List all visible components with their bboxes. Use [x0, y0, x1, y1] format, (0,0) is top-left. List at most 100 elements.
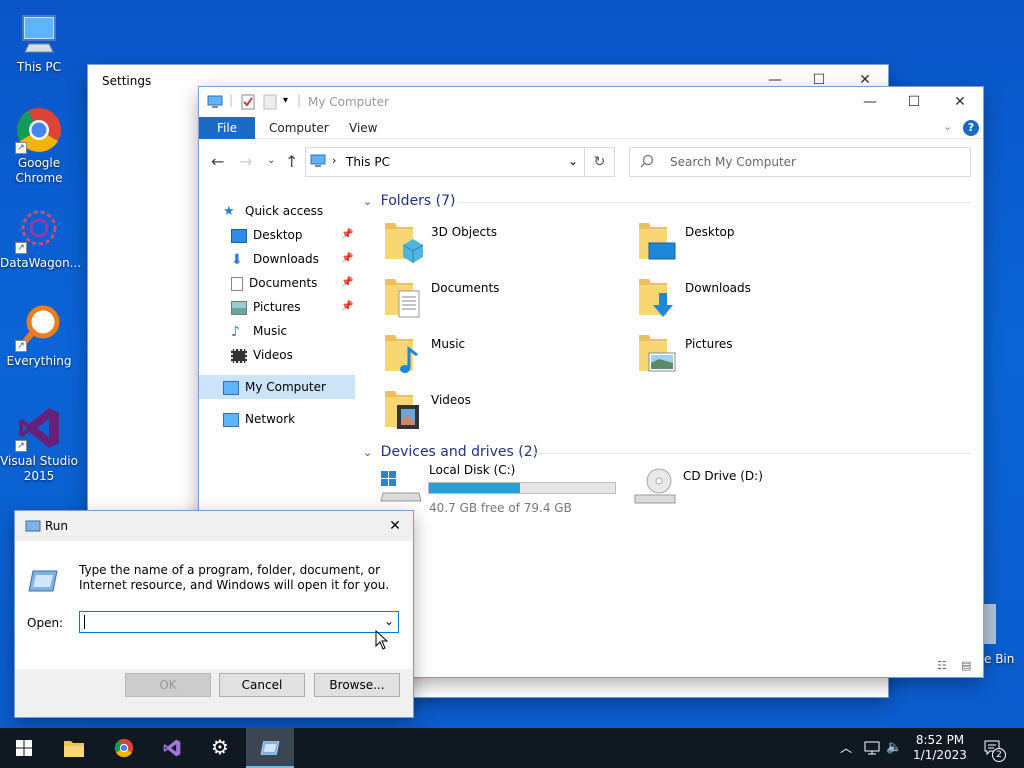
- run-body: Type the name of a program, folder, docu…: [15, 541, 413, 669]
- details-view-icon[interactable]: ☷: [937, 659, 947, 672]
- folder-downloads[interactable]: Downloads: [637, 275, 877, 327]
- quick-access-dropdown-icon[interactable]: ▾: [283, 95, 288, 106]
- maximize-button[interactable]: ☐: [891, 87, 937, 117]
- drive-d-label: CD Drive (D:): [683, 469, 763, 483]
- action-center-button[interactable]: 2: [980, 728, 1010, 768]
- desktop-icon-everything[interactable]: ↗ Everything: [0, 304, 78, 369]
- drive-cd-d[interactable]: CD Drive (D:): [633, 463, 883, 513]
- content-pane: ⌄ Folders (7) 3D Objects Documents Music: [363, 179, 975, 677]
- properties-icon[interactable]: [241, 94, 255, 113]
- chevron-down-icon: ⌄: [363, 195, 373, 208]
- drive-c-free-space: 40.7 GB free of 79.4 GB: [429, 501, 572, 515]
- browse-button[interactable]: Browse...: [314, 673, 400, 697]
- nav-item-quick-access[interactable]: ★ Quick access: [223, 199, 323, 223]
- group-divider: [533, 453, 971, 454]
- nav-item-desktop[interactable]: Desktop: [231, 223, 303, 247]
- nav-item-network[interactable]: Network: [223, 407, 295, 431]
- desktop-icon-chrome[interactable]: ↗ Google Chrome: [0, 106, 78, 186]
- address-box[interactable]: › This PC ⌄: [305, 147, 585, 177]
- chevron-down-icon[interactable]: ⌄: [384, 614, 394, 628]
- desktop-icon-visual-studio[interactable]: ↗ Visual Studio 2015: [0, 404, 78, 484]
- folder-documents[interactable]: Documents: [383, 275, 623, 327]
- windows-logo-icon: [16, 740, 32, 756]
- nav-item-documents[interactable]: Documents: [231, 271, 317, 295]
- this-pc-icon: [15, 10, 63, 58]
- pictures-icon: [231, 300, 247, 315]
- computer-icon: [207, 95, 223, 112]
- taskbar-file-explorer[interactable]: [50, 728, 98, 768]
- close-button[interactable]: ✕: [937, 87, 983, 117]
- nav-item-music[interactable]: ♪ Music: [231, 319, 287, 343]
- folder-icon: [64, 741, 84, 757]
- shortcut-arrow-icon: ↗: [15, 142, 27, 154]
- start-button[interactable]: [0, 728, 48, 768]
- run-title: Run: [45, 519, 69, 533]
- folder-videos[interactable]: Videos: [383, 387, 623, 439]
- folder-pictures[interactable]: Pictures: [637, 331, 877, 383]
- taskbar-chrome[interactable]: [100, 728, 148, 768]
- open-combobox[interactable]: ⌄: [79, 611, 399, 633]
- pin-icon[interactable]: 📌: [341, 301, 353, 312]
- drives-group-header[interactable]: ⌄ Devices and drives (2): [363, 444, 538, 460]
- documents-folder-icon: [383, 275, 423, 319]
- folder-music[interactable]: Music: [383, 331, 623, 383]
- close-button[interactable]: ✕: [377, 511, 413, 541]
- taskbar-visual-studio[interactable]: [148, 728, 196, 768]
- nav-item-videos[interactable]: Videos: [231, 343, 293, 367]
- clock[interactable]: 8:52 PM 1/1/2023: [912, 728, 968, 768]
- everything-icon: ↗: [15, 304, 63, 352]
- desktop-icon-datawagon[interactable]: ↗ DataWagon...: [0, 206, 81, 271]
- chevron-down-icon[interactable]: ⌄: [943, 120, 952, 133]
- run-dialog[interactable]: Run ✕ Type the name of a program, folder…: [15, 511, 413, 717]
- cancel-button[interactable]: Cancel: [219, 673, 305, 697]
- breadcrumb-separator-icon: ›: [332, 154, 337, 167]
- large-icons-view-icon[interactable]: ▤: [961, 659, 971, 672]
- pin-icon[interactable]: 📌: [341, 229, 353, 240]
- speaker-volume-icon[interactable]: 🔈: [886, 728, 902, 768]
- clock-date: 1/1/2023: [913, 748, 967, 762]
- drive-local-disk-c[interactable]: Local Disk (C:) 40.7 GB free of 79.4 GB: [379, 463, 629, 515]
- nav-item-pictures[interactable]: Pictures: [231, 295, 301, 319]
- 3d-objects-folder-icon: [383, 219, 424, 263]
- nav-item-my-computer[interactable]: My Computer: [199, 375, 355, 399]
- folder-3d-objects[interactable]: 3D Objects: [383, 219, 623, 271]
- taskbar-settings[interactable]: ⚙: [198, 728, 246, 768]
- new-folder-icon[interactable]: [263, 94, 277, 113]
- pin-icon[interactable]: 📌: [341, 277, 353, 288]
- pin-icon[interactable]: 📌: [341, 253, 353, 264]
- desktop-icon-this-pc[interactable]: This PC: [0, 10, 78, 75]
- folder-desktop[interactable]: Desktop: [637, 219, 877, 271]
- show-hidden-icons-chevron-icon[interactable]: ︿: [840, 728, 852, 768]
- run-description: Type the name of a program, folder, docu…: [79, 563, 390, 592]
- help-icon[interactable]: ?: [963, 120, 979, 136]
- run-icon: [25, 519, 41, 536]
- document-icon: [231, 276, 243, 291]
- run-icon: [260, 741, 280, 755]
- computer-icon: [310, 154, 326, 171]
- address-location: This PC: [346, 155, 390, 169]
- ok-button[interactable]: OK: [125, 673, 211, 697]
- taskbar-run[interactable]: [246, 728, 294, 768]
- chrome-icon: [114, 738, 134, 758]
- network-tray-icon[interactable]: [864, 728, 880, 768]
- ribbon-tab-view[interactable]: View: [335, 117, 391, 139]
- address-dropdown-icon[interactable]: ⌄: [568, 154, 578, 168]
- visual-studio-icon: ↗: [15, 404, 63, 452]
- refresh-button[interactable]: ↻: [585, 147, 615, 177]
- mouse-pointer-icon: [375, 630, 389, 650]
- cd-drive-icon: [633, 467, 677, 507]
- address-bar-row: ← → ⌄ ↑ › This PC ⌄ ↻ Search My Computer: [199, 139, 983, 179]
- minimize-button[interactable]: —: [847, 87, 893, 117]
- notification-count-badge: 2: [992, 748, 1006, 762]
- forward-arrow-icon[interactable]: →: [239, 152, 252, 171]
- up-arrow-icon[interactable]: ↑: [285, 152, 298, 171]
- desktop-icon-recycle-bin[interactable]: e Bin: [982, 604, 1024, 674]
- nav-item-downloads[interactable]: ⬇ Downloads: [231, 247, 319, 271]
- search-input[interactable]: Search My Computer: [629, 147, 971, 177]
- shortcut-arrow-icon: ↗: [15, 440, 27, 452]
- ribbon-tab-computer[interactable]: Computer: [255, 117, 343, 139]
- back-arrow-icon[interactable]: ←: [211, 152, 224, 171]
- ribbon-tab-file[interactable]: File: [199, 117, 255, 139]
- recent-locations-icon[interactable]: ⌄: [267, 155, 275, 166]
- folders-group-header[interactable]: ⌄ Folders (7): [363, 193, 456, 209]
